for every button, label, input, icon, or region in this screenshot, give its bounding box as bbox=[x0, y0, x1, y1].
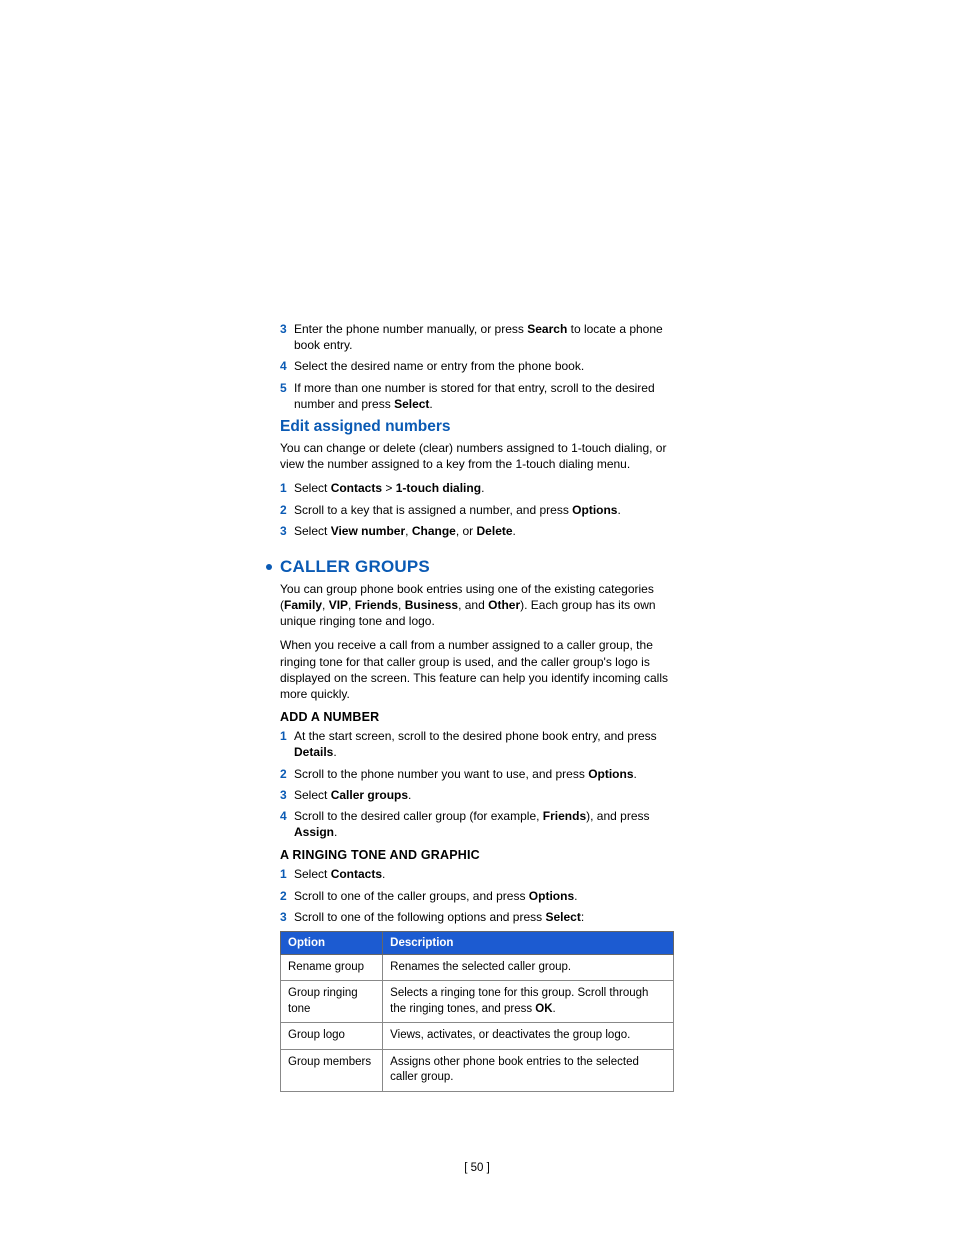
list-item: 5If more than one number is stored for t… bbox=[280, 380, 674, 412]
step-number: 3 bbox=[280, 909, 294, 925]
cell-description: Views, activates, or deactivates the gro… bbox=[383, 1023, 674, 1050]
col-description: Description bbox=[383, 931, 674, 954]
step-number: 5 bbox=[280, 380, 294, 412]
steps-top: 3Enter the phone number manually, or pre… bbox=[280, 321, 674, 412]
step-number: 1 bbox=[280, 866, 294, 882]
step-number: 4 bbox=[280, 358, 294, 374]
list-item: 1At the start screen, scroll to the desi… bbox=[280, 728, 674, 760]
bold-text: OK bbox=[535, 1003, 552, 1015]
bold-text: Change bbox=[412, 524, 456, 538]
step-text: Scroll to one of the caller groups, and … bbox=[294, 888, 674, 904]
step-text: Scroll to one of the following options a… bbox=[294, 909, 674, 925]
para-edit: You can change or delete (clear) numbers… bbox=[280, 440, 674, 472]
list-item: 2Scroll to a key that is assigned a numb… bbox=[280, 502, 674, 518]
steps-edit: 1Select Contacts > 1-touch dialing.2Scro… bbox=[280, 480, 674, 539]
cell-description: Renames the selected caller group. bbox=[383, 954, 674, 981]
bold-text: Options bbox=[529, 889, 574, 903]
bold-text: Details bbox=[294, 745, 333, 759]
page-number: [ 50 ] bbox=[280, 1162, 674, 1174]
list-item: 3Select Caller groups. bbox=[280, 787, 674, 803]
step-text: Enter the phone number manually, or pres… bbox=[294, 321, 674, 353]
bold-text: View number bbox=[331, 524, 405, 538]
bold-text: Contacts bbox=[331, 867, 382, 881]
step-text: At the start screen, scroll to the desir… bbox=[294, 728, 674, 760]
step-number: 2 bbox=[280, 766, 294, 782]
bold-text: Select bbox=[545, 910, 580, 924]
heading-add-number: ADD A NUMBER bbox=[280, 710, 674, 724]
list-item: 3Enter the phone number manually, or pre… bbox=[280, 321, 674, 353]
step-text: Select Caller groups. bbox=[294, 787, 674, 803]
bold-text: VIP bbox=[329, 598, 348, 612]
step-number: 3 bbox=[280, 787, 294, 803]
section-caller-groups: CALLER GROUPS bbox=[280, 557, 674, 577]
step-text: Select Contacts. bbox=[294, 866, 674, 882]
step-text: Scroll to the phone number you want to u… bbox=[294, 766, 674, 782]
heading-caller-groups: CALLER GROUPS bbox=[280, 557, 430, 577]
table-row: Group logoViews, activates, or deactivat… bbox=[281, 1023, 674, 1050]
steps-add: 1At the start screen, scroll to the desi… bbox=[280, 728, 674, 840]
list-item: 2Scroll to the phone number you want to … bbox=[280, 766, 674, 782]
list-item: 3Scroll to one of the following options … bbox=[280, 909, 674, 925]
step-text: If more than one number is stored for th… bbox=[294, 380, 674, 412]
bold-text: Contacts bbox=[331, 481, 382, 495]
list-item: 4Select the desired name or entry from t… bbox=[280, 358, 674, 374]
para-caller-1: You can group phone book entries using o… bbox=[280, 581, 674, 630]
steps-ring: 1Select Contacts.2Scroll to one of the c… bbox=[280, 866, 674, 925]
step-number: 2 bbox=[280, 888, 294, 904]
bold-text: Business bbox=[405, 598, 458, 612]
document-page: 3Enter the phone number manually, or pre… bbox=[0, 0, 954, 1174]
list-item: 1Select Contacts. bbox=[280, 866, 674, 882]
bold-text: Options bbox=[572, 503, 617, 517]
step-text: Select Contacts > 1-touch dialing. bbox=[294, 480, 674, 496]
table-row: Group ringing toneSelects a ringing tone… bbox=[281, 981, 674, 1023]
step-number: 3 bbox=[280, 523, 294, 539]
list-item: 4Scroll to the desired caller group (for… bbox=[280, 808, 674, 840]
step-text: Scroll to a key that is assigned a numbe… bbox=[294, 502, 674, 518]
bold-text: Friends bbox=[355, 598, 398, 612]
list-item: 3Select View number, Change, or Delete. bbox=[280, 523, 674, 539]
step-text: Select the desired name or entry from th… bbox=[294, 358, 674, 374]
para-caller-2: When you receive a call from a number as… bbox=[280, 637, 674, 702]
bold-text: Delete bbox=[477, 524, 513, 538]
list-item: 1Select Contacts > 1-touch dialing. bbox=[280, 480, 674, 496]
bold-text: 1-touch dialing bbox=[396, 481, 481, 495]
step-text: Select View number, Change, or Delete. bbox=[294, 523, 674, 539]
cell-description: Selects a ringing tone for this group. S… bbox=[383, 981, 674, 1023]
bold-text: Assign bbox=[294, 825, 334, 839]
step-number: 1 bbox=[280, 480, 294, 496]
table-body: Rename groupRenames the selected caller … bbox=[281, 954, 674, 1091]
heading-ringing-tone: A RINGING TONE AND GRAPHIC bbox=[280, 848, 674, 862]
bold-text: Family bbox=[284, 598, 322, 612]
step-number: 1 bbox=[280, 728, 294, 760]
table-header-row: Option Description bbox=[281, 931, 674, 954]
table-row: Rename groupRenames the selected caller … bbox=[281, 954, 674, 981]
cell-option: Group members bbox=[281, 1049, 383, 1091]
bold-text: Select bbox=[394, 397, 429, 411]
bullet-icon bbox=[266, 564, 272, 570]
bold-text: Friends bbox=[543, 809, 586, 823]
cell-description: Assigns other phone book entries to the … bbox=[383, 1049, 674, 1091]
cell-option: Rename group bbox=[281, 954, 383, 981]
col-option: Option bbox=[281, 931, 383, 954]
bold-text: Search bbox=[527, 322, 567, 336]
step-number: 4 bbox=[280, 808, 294, 840]
cell-option: Group ringing tone bbox=[281, 981, 383, 1023]
step-number: 2 bbox=[280, 502, 294, 518]
list-item: 2Scroll to one of the caller groups, and… bbox=[280, 888, 674, 904]
options-table: Option Description Rename groupRenames t… bbox=[280, 931, 674, 1092]
bold-text: Options bbox=[588, 767, 633, 781]
heading-edit-assigned: Edit assigned numbers bbox=[280, 418, 674, 436]
table-row: Group membersAssigns other phone book en… bbox=[281, 1049, 674, 1091]
bold-text: Other bbox=[488, 598, 520, 612]
step-text: Scroll to the desired caller group (for … bbox=[294, 808, 674, 840]
step-number: 3 bbox=[280, 321, 294, 353]
cell-option: Group logo bbox=[281, 1023, 383, 1050]
bold-text: Caller groups bbox=[331, 788, 408, 802]
